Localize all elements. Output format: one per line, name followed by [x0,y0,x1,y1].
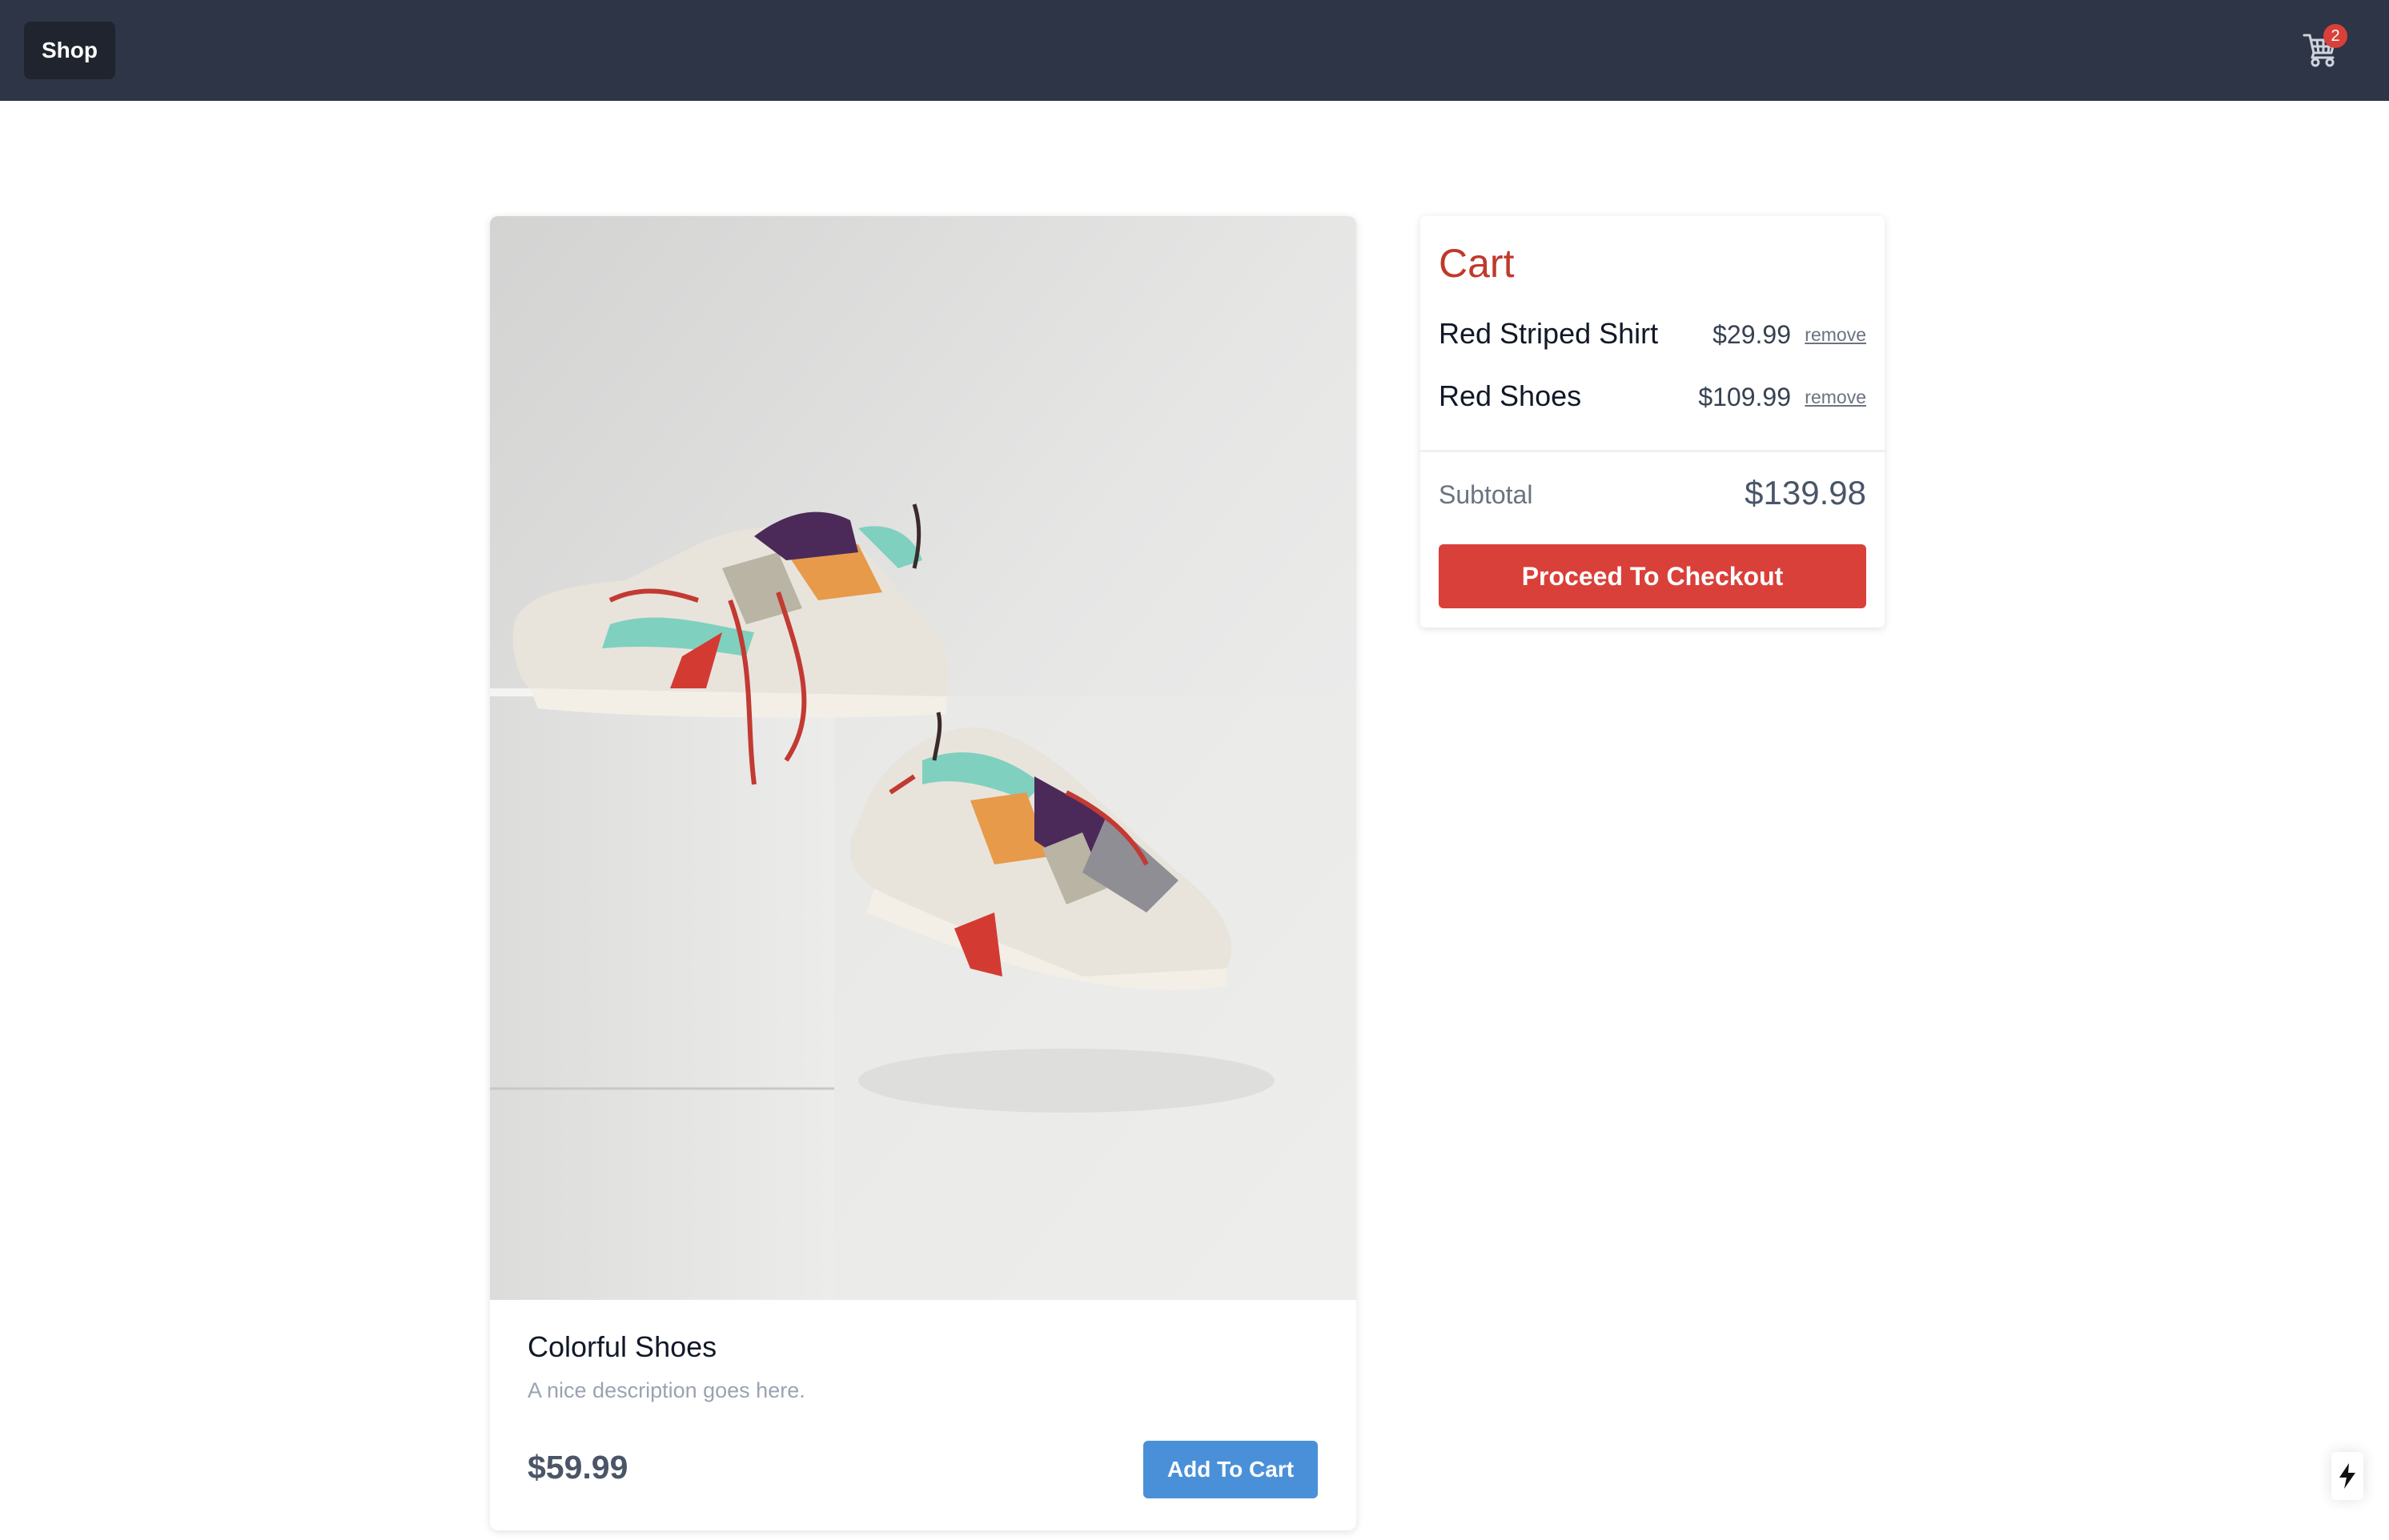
product-image [490,216,1356,1300]
lightning-icon [2339,1463,2355,1489]
cart-divider [1420,450,1885,452]
add-to-cart-button[interactable]: Add To Cart [1143,1441,1318,1498]
cart-item-name: Red Shoes [1439,379,1582,412]
cart-item-price: $29.99 [1712,320,1791,349]
cart-item-price: $109.99 [1698,383,1791,411]
subtotal-label: Subtotal [1439,480,1533,509]
remove-item-link[interactable]: remove [1805,324,1866,346]
product-price: $59.99 [528,1449,628,1486]
remove-item-link[interactable]: remove [1805,387,1866,408]
shop-button[interactable]: Shop [24,22,115,79]
cart-item: Red Shoes $109.99 remove [1439,371,1866,419]
top-navbar: Shop 2 [0,0,2389,101]
product-description: A nice description goes here. [528,1378,805,1402]
subtotal-value: $139.98 [1745,474,1866,511]
cart-panel: Cart Red Striped Shirt $29.99 remove Red… [1420,216,1885,628]
floating-action-button[interactable] [2331,1452,2363,1500]
product-card: Colorful Shoes A nice description goes h… [490,216,1356,1530]
cart-item: Red Striped Shirt $29.99 remove [1439,309,1866,357]
cart-title: Cart [1439,241,1515,286]
cart-count-badge: 2 [2323,24,2347,48]
proceed-to-checkout-button[interactable]: Proceed To Checkout [1439,544,1866,608]
cart-item-name: Red Striped Shirt [1439,317,1659,350]
cart-button[interactable]: 2 [2303,24,2347,67]
product-title: Colorful Shoes [528,1330,717,1363]
